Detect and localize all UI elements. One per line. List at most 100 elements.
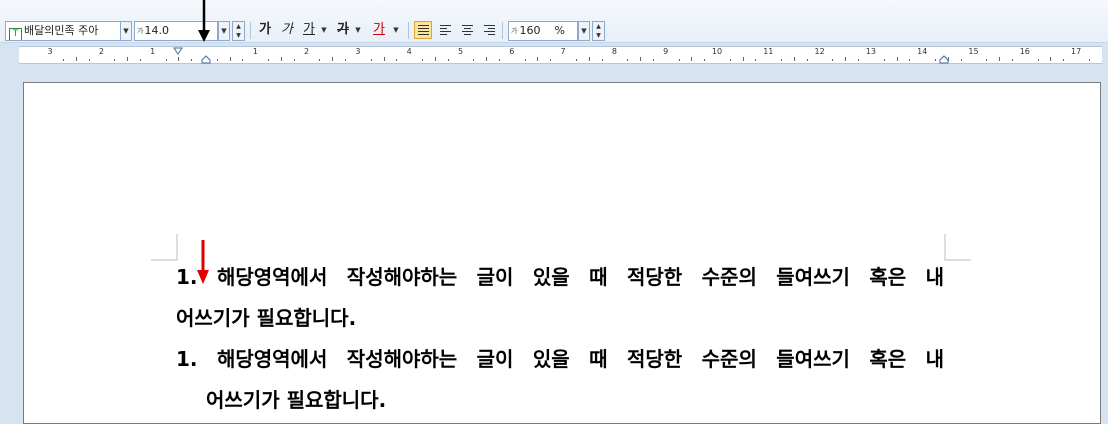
ruler-tick <box>422 59 424 61</box>
ruler-label: 12 <box>814 47 825 56</box>
ruler-tick <box>1088 59 1090 61</box>
line-spacing-stepper[interactable]: ▲ ▼ <box>592 21 605 41</box>
ruler-tick <box>588 57 590 61</box>
underline-button[interactable]: 가 <box>300 20 318 40</box>
line-spacing-dropdown-button[interactable]: ▼ <box>578 21 590 41</box>
ruler-tick <box>935 59 937 61</box>
font-name-dropdown-button[interactable]: ▼ <box>120 21 132 41</box>
ruler-label: 15 <box>968 47 979 56</box>
ruler-label: 17 <box>1071 47 1082 56</box>
ruler-tick <box>280 57 282 61</box>
ruler-tick <box>575 59 577 61</box>
ruler-tick <box>909 59 911 61</box>
ruler-tick <box>242 59 244 61</box>
ruler-tick <box>293 59 295 61</box>
ruler-tick <box>832 59 834 61</box>
ruler-tick <box>640 57 642 61</box>
ruler-tick <box>191 59 193 61</box>
ruler-label: 3 <box>47 47 53 56</box>
ruler-tick <box>781 59 783 61</box>
text-color-dropdown-icon[interactable]: ▼ <box>392 21 400 39</box>
red-annotation-arrow-icon <box>197 240 209 284</box>
paragraph-2-line-2[interactable]: 어쓰기가 필요합니다. <box>206 388 386 412</box>
ruler-tick <box>62 59 64 61</box>
bold-button[interactable]: 가 <box>256 20 274 40</box>
document-page[interactable]: 1. 해당영역에서 작성해야하는 글이 있을 때 적당한 수준의 들여쓰기 혹은… <box>23 82 1101 424</box>
ruler-label: 1 <box>252 47 258 56</box>
annotation-arrow-icon <box>198 0 210 42</box>
strikethrough-button[interactable]: 가 <box>334 20 352 40</box>
right-indent-marker-icon[interactable] <box>939 55 949 64</box>
ruler-label: 11 <box>763 47 774 56</box>
toolbar-separator <box>408 22 409 39</box>
ruler-tick <box>1050 57 1052 61</box>
ruler-tick <box>1037 59 1039 61</box>
ruler-tick <box>216 59 218 61</box>
ruler-tick <box>999 57 1001 61</box>
ruler-tick <box>678 59 680 61</box>
underline-dropdown-icon[interactable]: ▼ <box>320 21 328 39</box>
ruler-tick <box>396 59 398 61</box>
line-spacing-combo[interactable]: 가 160% <box>508 21 578 41</box>
first-line-indent-marker-icon[interactable] <box>173 47 183 55</box>
ruler-label: 7 <box>560 47 566 56</box>
paragraph-2-line-1[interactable]: 1. 해당영역에서 작성해야하는 글이 있을 때 적당한 수준의 들여쓰기 혹은… <box>176 347 944 371</box>
ruler-tick <box>601 59 603 61</box>
align-left-button[interactable] <box>436 21 454 39</box>
font-size-dropdown-button[interactable]: ▼ <box>218 21 230 41</box>
align-right-button[interactable] <box>480 21 498 39</box>
strikethrough-dropdown-icon[interactable]: ▼ <box>354 21 362 39</box>
ruler-tick <box>550 59 552 61</box>
ruler-tick <box>139 59 141 61</box>
ruler-tick <box>1063 59 1065 61</box>
font-size-stepper[interactable]: ▲ ▼ <box>232 21 245 41</box>
horizontal-ruler[interactable]: 321123456789101112131415161718 <box>19 46 1102 64</box>
ruler-tick <box>729 59 731 61</box>
ruler-tick <box>806 59 808 61</box>
align-justify-button[interactable] <box>414 21 432 39</box>
align-center-button[interactable] <box>458 21 476 39</box>
ruler-label: 10 <box>711 47 723 56</box>
paragraph-1-line-2[interactable]: 어쓰기가 필요합니다. <box>176 306 356 330</box>
ruler-label: 16 <box>1019 47 1030 56</box>
ruler-tick <box>883 59 885 61</box>
toolbar-separator <box>502 22 503 39</box>
ruler-tick <box>986 59 988 61</box>
ruler-tick <box>332 57 334 61</box>
ruler-tick <box>858 59 860 61</box>
ruler-label: 1 <box>150 47 156 56</box>
ruler-tick <box>127 57 129 61</box>
ruler-tick <box>319 59 321 61</box>
paragraph-1-line-1[interactable]: 1. 해당영역에서 작성해야하는 글이 있을 때 적당한 수준의 들여쓰기 혹은… <box>176 265 944 289</box>
ruler-label: 13 <box>865 47 876 56</box>
margin-corner-top-left <box>151 234 178 261</box>
ruler-tick <box>229 57 231 61</box>
ruler-tick <box>345 59 347 61</box>
ruler-tick <box>652 59 654 61</box>
ruler-tick <box>486 57 488 61</box>
ruler-tick <box>383 57 385 61</box>
font-icon: T <box>9 28 22 40</box>
text-color-button[interactable]: 가 <box>370 20 388 40</box>
font-size-value: 14.0 <box>144 24 169 37</box>
ruler-tick <box>704 59 706 61</box>
ruler-tick <box>691 57 693 61</box>
italic-button[interactable]: 가 <box>278 20 296 40</box>
ruler-label: 4 <box>406 47 412 56</box>
font-name-value: 배달의민족 주아 <box>24 24 99 37</box>
ruler-tick <box>498 59 500 61</box>
ruler-tick <box>1011 59 1013 61</box>
margin-corner-top-right <box>944 234 971 261</box>
ruler-label: 5 <box>457 47 464 56</box>
ruler-tick <box>896 57 898 61</box>
ruler-tick <box>88 59 90 61</box>
font-size-icon: 가 <box>137 27 144 35</box>
formatting-toolbar: T 배달의민족 주아 ▼ 가14.0 ▼ ▲ ▼ 가 가 가 ▼ 가 ▼ 가 ▼ 가… <box>0 0 1108 43</box>
font-name-combo[interactable]: T 배달의민족 주아 <box>5 21 121 41</box>
ruler-tick <box>178 57 180 61</box>
line-spacing-value: 160 <box>519 24 541 37</box>
ruler-tick <box>114 59 116 61</box>
toolbar-separator <box>250 22 251 39</box>
ruler-label: 2 <box>98 47 104 56</box>
left-indent-marker-icon[interactable] <box>201 55 211 64</box>
